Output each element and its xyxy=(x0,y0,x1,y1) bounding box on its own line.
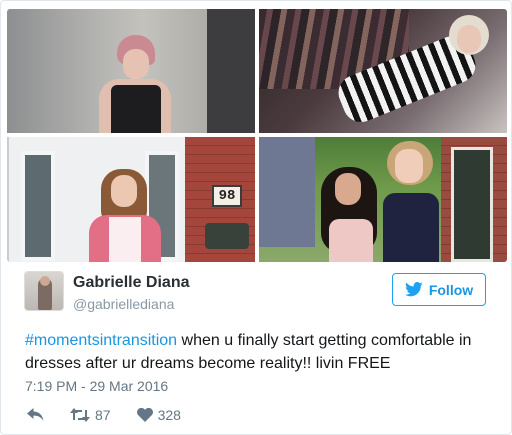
background-door xyxy=(207,9,255,133)
hashtag-link[interactable]: #momentsintransition xyxy=(25,332,177,349)
door-glass-left xyxy=(21,151,55,261)
twitter-bird-icon xyxy=(404,282,423,297)
tweet-timestamp[interactable]: 7:19 PM - 29 Mar 2016 xyxy=(25,378,168,394)
retweet-icon xyxy=(70,408,90,422)
photo-3[interactable]: 98 xyxy=(7,137,255,262)
person-face xyxy=(111,175,137,207)
person-a-face xyxy=(335,173,361,205)
black-dress xyxy=(111,85,161,133)
person-b-dress xyxy=(383,193,439,262)
tweet-card: 98 Gabrielle Diana @gabriellediana Follo… xyxy=(0,0,512,435)
front-door xyxy=(451,147,493,262)
person-face xyxy=(457,25,481,53)
avatar-head xyxy=(40,276,50,286)
person-face xyxy=(123,49,149,79)
like-button[interactable]: 328 xyxy=(136,407,181,423)
follow-label: Follow xyxy=(428,281,474,298)
person-a-dress xyxy=(329,219,373,262)
photo-1[interactable] xyxy=(7,9,255,133)
photo-grid: 98 xyxy=(7,9,507,262)
mailbox xyxy=(205,223,249,249)
photo-4[interactable] xyxy=(259,137,507,262)
person-b-face xyxy=(395,149,423,183)
reply-button[interactable] xyxy=(27,408,44,422)
tweet-text: #momentsintransition when u finally star… xyxy=(25,329,495,375)
tweet-actions: 87 328 xyxy=(27,405,207,425)
author-name[interactable]: Gabrielle Diana xyxy=(73,274,190,292)
heart-icon xyxy=(136,408,153,422)
photo-2[interactable] xyxy=(259,9,507,133)
avatar[interactable] xyxy=(24,271,64,311)
retweet-count: 87 xyxy=(95,407,111,423)
reply-icon xyxy=(27,408,44,421)
neighbor-house xyxy=(259,137,315,247)
follow-button[interactable]: Follow xyxy=(392,273,486,306)
like-count: 328 xyxy=(157,407,181,423)
author-handle[interactable]: @gabriellediana xyxy=(73,296,174,312)
house-number: 98 xyxy=(212,185,242,207)
retweet-button[interactable]: 87 xyxy=(70,407,111,423)
floral-dress xyxy=(109,217,141,262)
